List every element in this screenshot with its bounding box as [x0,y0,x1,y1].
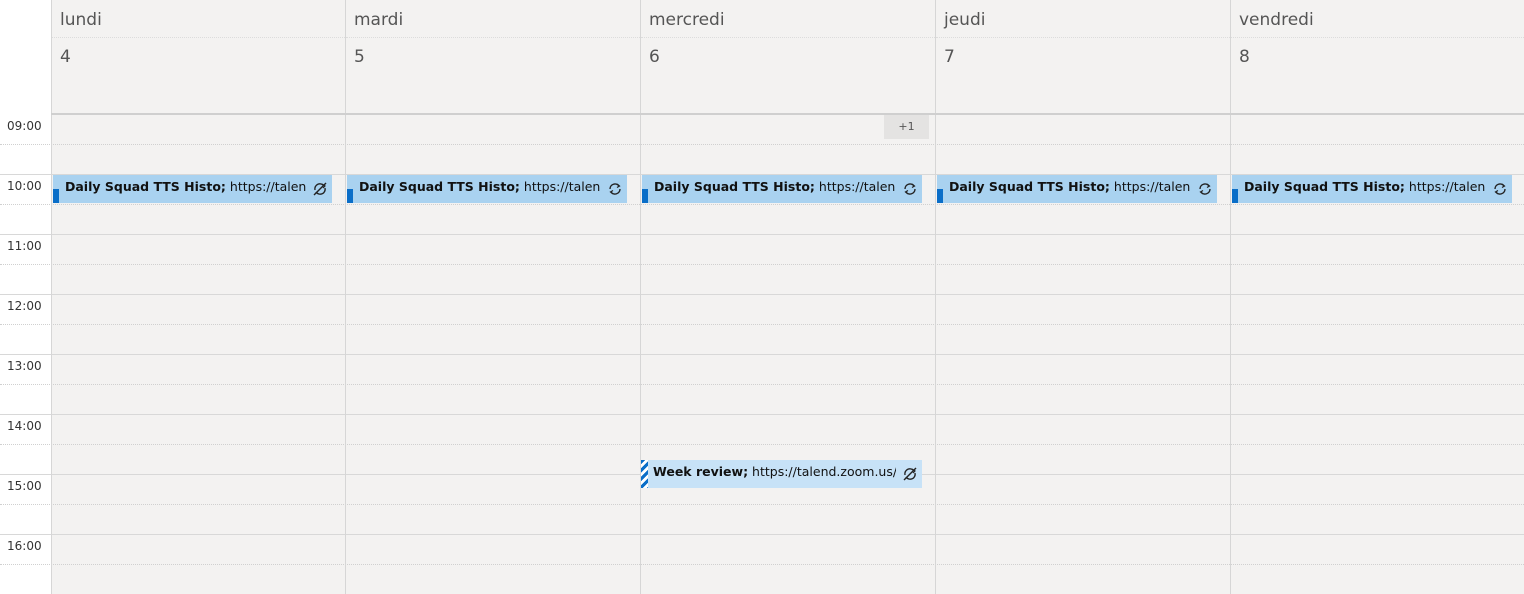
event-text: Daily Squad TTS Histo; https://talend.zo… [1244,179,1486,194]
day-date: 5 [354,47,365,67]
day-name: vendredi [1239,10,1314,30]
recurrence-exception-icon [313,182,327,196]
event-location: https://talend.zoom.us/j/ [523,179,601,194]
day-date: 8 [1239,47,1250,67]
event-title: Daily Squad TTS Histo; [654,179,815,194]
event-title: Daily Squad TTS Histo; [359,179,520,194]
header-divider [346,37,640,38]
recurrence-icon [609,183,621,195]
day-header-vendredi[interactable]: vendredi 8 [1231,0,1524,113]
half-hour-line [0,324,1524,325]
header-divider [1231,37,1524,38]
event-tentative-bar [641,460,648,488]
hour-line [0,534,1524,535]
event-location: https://talend.zoom.us/j/ [229,179,306,194]
event-location: https://talend.zoom.us/j/ [1113,179,1191,194]
day-name: mercredi [649,10,725,30]
day-date: 4 [60,47,71,67]
day-header-lundi[interactable]: lundi 4 [52,0,345,113]
event-text: Daily Squad TTS Histo; https://talend.zo… [65,179,306,194]
event-location: https://talend.zoom.us/j/496 [752,464,896,479]
hour-line [0,294,1524,295]
recurrence-icon [1494,183,1506,195]
day-header-mardi[interactable]: mardi 5 [346,0,640,113]
hour-line [0,234,1524,235]
header-divider [641,37,935,38]
recurrence-exception-icon [903,467,917,481]
half-hour-line [0,564,1524,565]
half-hour-line [0,204,1524,205]
hour-line [0,414,1524,415]
day-header-jeudi[interactable]: jeudi 7 [936,0,1230,113]
event-color-bar [1232,189,1238,203]
event-location: https://talend.zoom.us/j/ [818,179,896,194]
event-color-bar [937,189,943,203]
event-text: Daily Squad TTS Histo; https://talend.zo… [359,179,601,194]
day-name: mardi [354,10,404,30]
half-hour-line [0,444,1524,445]
day-date: 7 [944,47,955,67]
half-hour-line [0,384,1524,385]
day-name: jeudi [944,10,986,30]
half-hour-line [0,504,1524,505]
event-location: https://talend.zoom.us/j/ [1408,179,1486,194]
time-label: 13:00 [7,359,42,373]
day-name: lundi [60,10,102,30]
event-daily-squad-vendredi[interactable]: Daily Squad TTS Histo; https://talend.zo… [1232,175,1512,203]
header-divider [52,37,345,38]
event-daily-squad-mercredi[interactable]: Daily Squad TTS Histo; https://talend.zo… [642,175,922,203]
event-daily-squad-mardi[interactable]: Daily Squad TTS Histo; https://talend.zo… [347,175,627,203]
event-color-bar [642,189,648,203]
event-title: Daily Squad TTS Histo; [1244,179,1405,194]
event-text: Week review; https://talend.zoom.us/j/49… [653,464,896,479]
event-daily-squad-lundi[interactable]: Daily Squad TTS Histo; https://talend.zo… [53,175,332,203]
event-title: Daily Squad TTS Histo; [949,179,1110,194]
event-title: Week review; [653,464,749,479]
half-hour-line [0,264,1524,265]
event-text: Daily Squad TTS Histo; https://talend.zo… [949,179,1191,194]
event-week-review[interactable]: Week review; https://talend.zoom.us/j/49… [641,460,922,488]
time-label: 09:00 [7,119,42,133]
event-daily-squad-jeudi[interactable]: Daily Squad TTS Histo; https://talend.zo… [937,175,1217,203]
time-label: 11:00 [7,239,42,253]
event-color-bar [53,189,59,203]
time-label: 14:00 [7,419,42,433]
time-label: 16:00 [7,539,42,553]
recurrence-icon [904,183,916,195]
half-hour-line [0,144,1524,145]
time-label: 15:00 [7,479,42,493]
header-divider [936,37,1230,38]
event-text: Daily Squad TTS Histo; https://talend.zo… [654,179,896,194]
hour-line [0,354,1524,355]
day-date: 6 [649,47,660,67]
header-separator [51,113,1524,115]
event-title: Daily Squad TTS Histo; [65,179,226,194]
day-header-mercredi[interactable]: mercredi 6 [641,0,935,113]
time-label: 12:00 [7,299,42,313]
event-color-bar [347,189,353,203]
recurrence-icon [1199,183,1211,195]
time-label: 10:00 [7,179,42,193]
more-events-badge[interactable]: +1 [884,115,929,139]
